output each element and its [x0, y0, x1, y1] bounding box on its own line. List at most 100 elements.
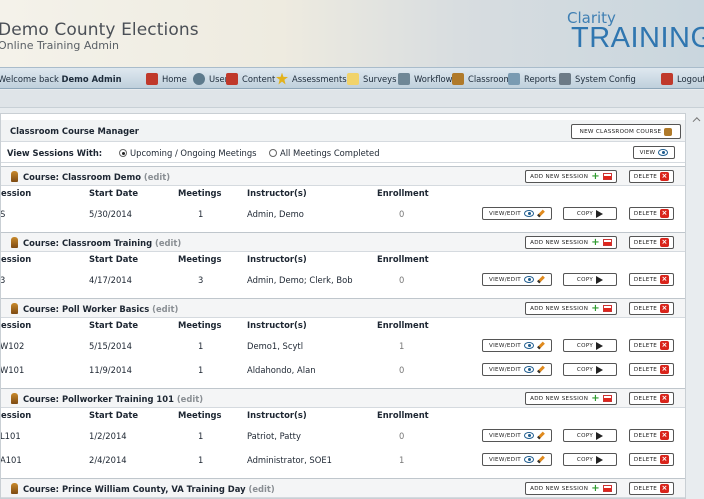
- delete-session-button[interactable]: DELETE ×: [629, 453, 674, 466]
- copy-session-button[interactable]: COPY: [563, 273, 617, 286]
- course-title: Course: Classroom Training (edit): [23, 238, 182, 248]
- view-edit-session-button[interactable]: VIEW/EDIT: [482, 429, 552, 442]
- view-edit-session-button[interactable]: VIEW/EDIT: [482, 453, 552, 466]
- column-header: Start Date: [89, 410, 139, 420]
- start-date: 4/17/2014: [89, 275, 132, 285]
- copy-session-button[interactable]: COPY: [563, 453, 617, 466]
- edit-course-link[interactable]: (edit): [152, 304, 178, 314]
- session-code: A101: [0, 455, 22, 465]
- table-header: Session Start Date Meetings Instructor(s) En…: [1, 186, 685, 202]
- course-header: Course: Classroom Training (edit) ADD NEW…: [1, 232, 685, 252]
- delete-session-button[interactable]: DELETE ×: [629, 273, 674, 286]
- column-header: Enrollment: [377, 188, 429, 198]
- view-edit-session-button[interactable]: VIEW/EDIT: [482, 363, 552, 376]
- copy-session-button[interactable]: COPY: [563, 207, 617, 220]
- delete-session-button[interactable]: DELETE ×: [629, 207, 674, 220]
- course-title: Course: Prince William County, VA Traini…: [23, 484, 275, 494]
- home-icon: [146, 72, 158, 85]
- view-edit-session-button[interactable]: VIEW/EDIT: [482, 339, 552, 352]
- add-new-session-button[interactable]: ADD NEW SESSION +: [525, 170, 617, 183]
- course-name: Classroom Demo: [61, 172, 141, 182]
- copy-session-button[interactable]: COPY: [563, 429, 617, 442]
- classroom-add-icon: [664, 127, 673, 136]
- edit-course-link[interactable]: (edit): [155, 238, 181, 248]
- delete-icon: ×: [660, 304, 670, 313]
- nav-item-classroom[interactable]: Classroom: [452, 71, 512, 86]
- instructors: Demo1, Scytl: [247, 341, 304, 351]
- course-title: Course: Pollworker Training 101 (edit): [23, 394, 204, 404]
- welcome-user: Demo Admin: [61, 74, 122, 84]
- enrollment-count: 1: [399, 341, 405, 351]
- edit-course-link[interactable]: (edit): [249, 484, 275, 494]
- column-header: Instructor(s): [247, 320, 307, 330]
- session-code: L101: [0, 431, 21, 441]
- users-icon: [193, 72, 205, 85]
- delete-course-button[interactable]: DELETE ×: [629, 170, 674, 183]
- meetings-count: 1: [198, 365, 204, 375]
- edit-course-link[interactable]: (edit): [177, 394, 203, 404]
- copy-session-button[interactable]: COPY: [563, 339, 617, 352]
- meetings-count: 1: [198, 209, 204, 219]
- table-row: 3 4/17/2014 3 Admin, Demo; Clerk, Bob 0 VIEW/…: [1, 268, 685, 292]
- delete-session-button[interactable]: DELETE ×: [629, 339, 674, 352]
- classroom-icon: [11, 483, 18, 494]
- nav-item-reports[interactable]: Reports: [508, 71, 556, 86]
- classroom-icon: [11, 237, 18, 248]
- enrollment-count: 0: [399, 209, 405, 219]
- nav-item-system-config[interactable]: System Config: [559, 71, 636, 86]
- course-name: Classroom Training: [61, 238, 153, 248]
- plus-icon: +: [591, 236, 600, 248]
- eye-icon: [658, 149, 669, 156]
- delete-icon: ×: [660, 455, 670, 464]
- delete-course-button[interactable]: DELETE ×: [629, 482, 674, 495]
- session-code: W102: [0, 341, 25, 351]
- edit-course-link[interactable]: (edit): [144, 172, 170, 182]
- copy-arrow-icon: [596, 209, 604, 218]
- delete-icon: ×: [660, 238, 670, 247]
- start-date: 1/2/2014: [89, 431, 127, 441]
- meetings-count: 1: [198, 455, 204, 465]
- add-new-session-button[interactable]: ADD NEW SESSION +: [525, 236, 617, 249]
- instructors: Aldahondo, Alan: [247, 365, 316, 375]
- add-new-session-button[interactable]: ADD NEW SESSION +: [525, 482, 617, 495]
- radio-selected-icon: [119, 149, 127, 157]
- delete-session-button[interactable]: DELETE ×: [629, 363, 674, 376]
- nav-item-home[interactable]: Home: [146, 71, 187, 86]
- column-header: Instructor(s): [247, 254, 307, 264]
- instructors: Administrator, SOE1: [247, 455, 332, 465]
- manager-title: Classroom Course Manager: [10, 126, 139, 136]
- course-header: Course: Poll Worker Basics (edit) ADD NEW…: [1, 298, 685, 318]
- nav-item-content[interactable]: Content: [226, 71, 275, 86]
- course-title: Course: Poll Worker Basics (edit): [23, 304, 179, 314]
- view-button[interactable]: VIEW: [633, 146, 675, 159]
- eye-icon: [524, 432, 535, 439]
- view-edit-session-button[interactable]: VIEW/EDIT: [482, 273, 552, 286]
- table-header: Session Start Date Meetings Instructor(s) En…: [1, 318, 685, 334]
- new-classroom-course-button[interactable]: NEW CLASSROOM COURSE: [571, 124, 681, 139]
- view-edit-session-button[interactable]: VIEW/EDIT: [482, 207, 552, 220]
- radio-upcoming[interactable]: Upcoming / Ongoing Meetings: [119, 148, 257, 158]
- delete-course-button[interactable]: DELETE ×: [629, 236, 674, 249]
- radio-completed[interactable]: All Meetings Completed: [269, 148, 380, 158]
- scrollbar[interactable]: [688, 113, 704, 499]
- copy-session-button[interactable]: COPY: [563, 363, 617, 376]
- content-icon: [226, 72, 238, 85]
- add-new-session-button[interactable]: ADD NEW SESSION +: [525, 302, 617, 315]
- delete-course-button[interactable]: DELETE ×: [629, 392, 674, 405]
- delete-session-button[interactable]: DELETE ×: [629, 429, 674, 442]
- pencil-icon: [537, 455, 545, 464]
- classroom-icon: [11, 393, 18, 404]
- brand-logo: TRAINING: [571, 22, 704, 54]
- nav-item-assessments[interactable]: Assessments: [276, 71, 347, 86]
- copy-arrow-icon: [596, 275, 604, 284]
- nav-item-surveys[interactable]: Surveys: [347, 71, 397, 86]
- nav-item-workflow[interactable]: Workflow: [398, 71, 452, 86]
- delete-course-button[interactable]: DELETE ×: [629, 302, 674, 315]
- table-row: S 5/30/2014 1 Admin, Demo 0 VIEW/EDIT COPY DELE…: [1, 202, 685, 226]
- add-new-session-button[interactable]: ADD NEW SESSION +: [525, 392, 617, 405]
- column-header: Instructor(s): [247, 410, 307, 420]
- delete-icon: ×: [660, 209, 670, 218]
- nav-item-logout[interactable]: Logout: [661, 71, 704, 86]
- table-header: Session Start Date Meetings Instructor(s) En…: [1, 252, 685, 268]
- reports-icon: [508, 72, 520, 85]
